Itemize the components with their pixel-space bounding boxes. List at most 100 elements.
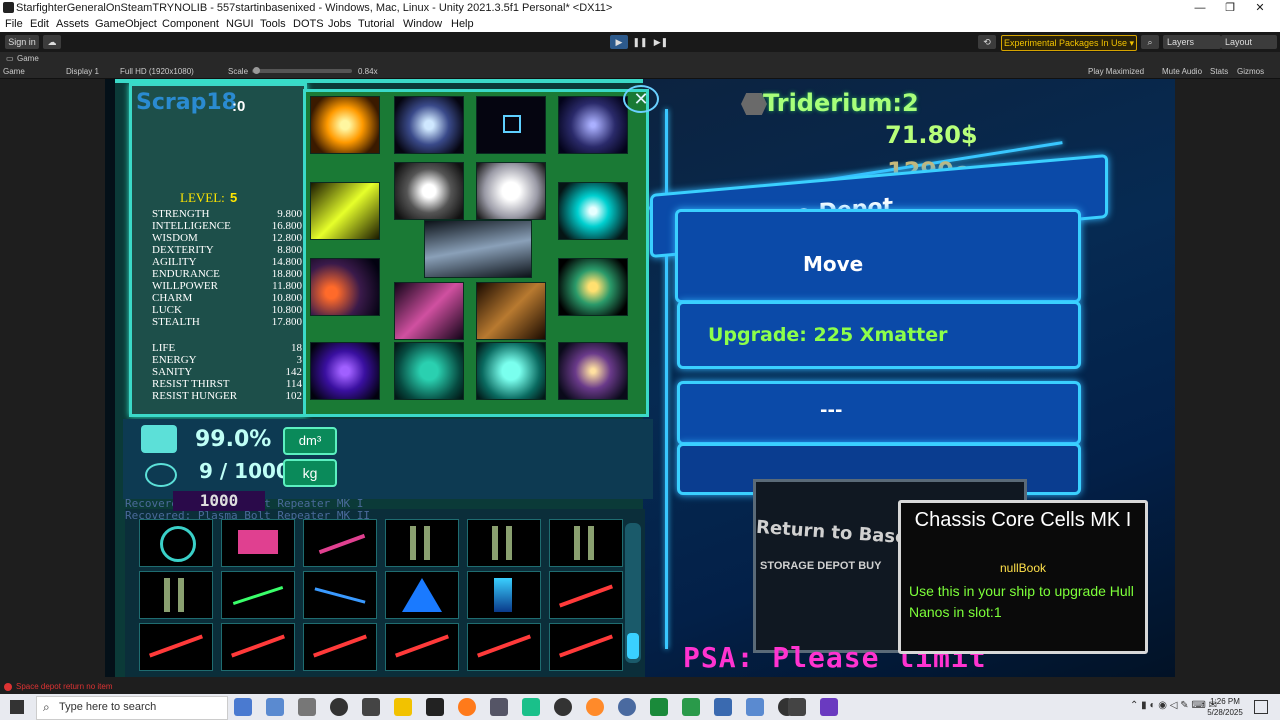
menu-dots[interactable]: DOTS bbox=[293, 16, 324, 32]
menu-edit[interactable]: Edit bbox=[30, 16, 49, 32]
menu-assets[interactable]: Assets bbox=[56, 16, 89, 32]
scale-slider-handle[interactable] bbox=[253, 67, 260, 74]
mute-audio-toggle[interactable]: Mute Audio bbox=[1162, 65, 1202, 78]
display-mode-dropdown[interactable]: Game bbox=[3, 65, 25, 78]
app-icon[interactable] bbox=[746, 698, 764, 716]
layers-dropdown[interactable]: Layers bbox=[1163, 35, 1221, 49]
app-icon[interactable] bbox=[714, 698, 732, 716]
app-icon[interactable] bbox=[298, 698, 316, 716]
menu-window[interactable]: Window bbox=[403, 16, 442, 32]
taskbar-search-box[interactable]: ⌕ Type here to search bbox=[36, 696, 228, 720]
inventory-slot-red-bolt-1[interactable] bbox=[549, 571, 623, 619]
menu-gameobject[interactable]: GameObject bbox=[95, 16, 157, 32]
inventory-slot-red-bolt-7[interactable] bbox=[549, 623, 623, 671]
equip-slot-cubes[interactable] bbox=[476, 96, 546, 154]
inventory-slot-light-cone[interactable] bbox=[467, 571, 541, 619]
blender-icon[interactable] bbox=[586, 698, 604, 716]
scrollbar-thumb[interactable] bbox=[627, 633, 639, 659]
firefox-icon[interactable] bbox=[458, 698, 476, 716]
equip-slot-laser[interactable] bbox=[310, 182, 380, 240]
equip-slot-sphere[interactable] bbox=[476, 342, 546, 400]
clock[interactable]: 1:26 PM 5/28/2025 bbox=[1202, 696, 1248, 718]
inventory-slot-cells-3[interactable] bbox=[549, 519, 623, 567]
app-icon[interactable] bbox=[522, 698, 540, 716]
inventory-slot-portal[interactable] bbox=[139, 519, 213, 567]
equip-slot-sun[interactable] bbox=[310, 96, 380, 154]
equip-slot-diamond[interactable] bbox=[476, 162, 546, 220]
menu-help[interactable]: Help bbox=[451, 16, 474, 32]
equip-slot-tunnel[interactable] bbox=[558, 342, 628, 400]
app-icon[interactable] bbox=[490, 698, 508, 716]
close-panel-button[interactable]: ✕ bbox=[623, 85, 659, 113]
upgrade-button[interactable]: Upgrade: 225 Xmatter bbox=[677, 301, 1081, 369]
menu-file[interactable]: File bbox=[5, 16, 23, 32]
move-button[interactable]: Move bbox=[675, 209, 1081, 303]
inventory-slot-blue-beam[interactable] bbox=[303, 571, 377, 619]
minimize-button[interactable]: — bbox=[1192, 0, 1208, 16]
menu-component[interactable]: Component bbox=[162, 16, 219, 32]
equip-slot-flower[interactable] bbox=[394, 162, 464, 220]
headset-icon[interactable] bbox=[554, 698, 572, 716]
inventory-slot-red-bolt-4[interactable] bbox=[303, 623, 377, 671]
close-button[interactable]: ✕ bbox=[1252, 0, 1268, 16]
play-maximized-toggle[interactable]: Play Maximized bbox=[1088, 65, 1144, 78]
inventory-slot-green-laser[interactable] bbox=[221, 571, 295, 619]
pause-button[interactable]: ❚❚ bbox=[631, 35, 649, 49]
inventory-slot-pyramid[interactable] bbox=[385, 571, 459, 619]
inventory-slot-cells-2[interactable] bbox=[467, 519, 541, 567]
notifications-icon[interactable] bbox=[1254, 700, 1268, 714]
equip-slot-vortex[interactable] bbox=[558, 96, 628, 154]
equip-slot-lattice[interactable] bbox=[476, 282, 546, 340]
console-message[interactable]: Space depot return no item bbox=[16, 680, 113, 694]
inventory-slot-cells-1[interactable] bbox=[385, 519, 459, 567]
gizmos-dropdown[interactable]: Gizmos bbox=[1237, 65, 1264, 78]
app-icon[interactable] bbox=[330, 698, 348, 716]
return-to-base-button[interactable]: Return to Base bbox=[755, 517, 908, 549]
unity-icon[interactable] bbox=[788, 698, 806, 716]
qr-app-icon[interactable] bbox=[426, 698, 444, 716]
equip-slot-spiral[interactable] bbox=[558, 258, 628, 316]
step-button[interactable]: ▶❚ bbox=[652, 35, 670, 49]
sign-in-button[interactable]: Sign in bbox=[5, 35, 39, 49]
7zip-icon[interactable] bbox=[362, 698, 380, 716]
inventory-slot-cube[interactable] bbox=[221, 519, 295, 567]
stats-toggle[interactable]: Stats bbox=[1210, 65, 1228, 78]
menu-jobs[interactable]: Jobs bbox=[328, 16, 351, 32]
inventory-slot-red-bolt-6[interactable] bbox=[467, 623, 541, 671]
equip-slot-star[interactable] bbox=[558, 182, 628, 240]
experimental-packages-button[interactable]: Experimental Packages In Use ▾ bbox=[1001, 35, 1137, 51]
scale-slider[interactable] bbox=[252, 67, 352, 74]
app-icon[interactable] bbox=[266, 698, 284, 716]
equip-slot-hologram[interactable] bbox=[310, 342, 380, 400]
cloud-icon[interactable]: ☁ bbox=[43, 35, 61, 49]
game-tab[interactable]: Game bbox=[17, 52, 39, 65]
inventory-scrollbar[interactable] bbox=[625, 523, 641, 663]
game-viewport[interactable]: Triderium:2 71.80$ 1290c Storage Depot M… bbox=[105, 79, 1175, 677]
equip-slot-starship[interactable] bbox=[394, 282, 464, 340]
history-icon[interactable]: ⟲ bbox=[978, 35, 996, 49]
play-button[interactable]: ▶ bbox=[610, 35, 628, 49]
windows-start-icon[interactable] bbox=[10, 700, 24, 714]
inventory-slot-red-bolt-3[interactable] bbox=[221, 623, 295, 671]
app-icon[interactable] bbox=[682, 698, 700, 716]
menu-tutorial[interactable]: Tutorial bbox=[358, 16, 394, 32]
excel-icon[interactable] bbox=[650, 698, 668, 716]
inventory-slot-cells-4[interactable] bbox=[139, 571, 213, 619]
file-explorer-icon[interactable] bbox=[394, 698, 412, 716]
menu-ngui[interactable]: NGUI bbox=[226, 16, 254, 32]
equip-slot-explosion[interactable] bbox=[310, 258, 380, 316]
menu-tools[interactable]: Tools bbox=[260, 16, 286, 32]
visual-studio-icon[interactable] bbox=[820, 698, 838, 716]
equip-slot-crystal[interactable] bbox=[394, 96, 464, 154]
inventory-slot-red-bolt-2[interactable] bbox=[139, 623, 213, 671]
resolution-dropdown[interactable]: Full HD (1920x1080) bbox=[120, 65, 194, 78]
equip-slot-ship[interactable] bbox=[424, 220, 532, 278]
layout-dropdown[interactable]: Layout bbox=[1221, 35, 1277, 49]
inventory-slot-red-bolt-5[interactable] bbox=[385, 623, 459, 671]
maximize-button[interactable]: ❐ bbox=[1222, 0, 1238, 16]
search-icon[interactable]: ⌕ bbox=[1141, 35, 1159, 49]
display-dropdown[interactable]: Display 1 bbox=[66, 65, 99, 78]
equip-slot-globe[interactable] bbox=[394, 342, 464, 400]
inventory-slot-missile[interactable] bbox=[303, 519, 377, 567]
task-view-icon[interactable] bbox=[234, 698, 252, 716]
